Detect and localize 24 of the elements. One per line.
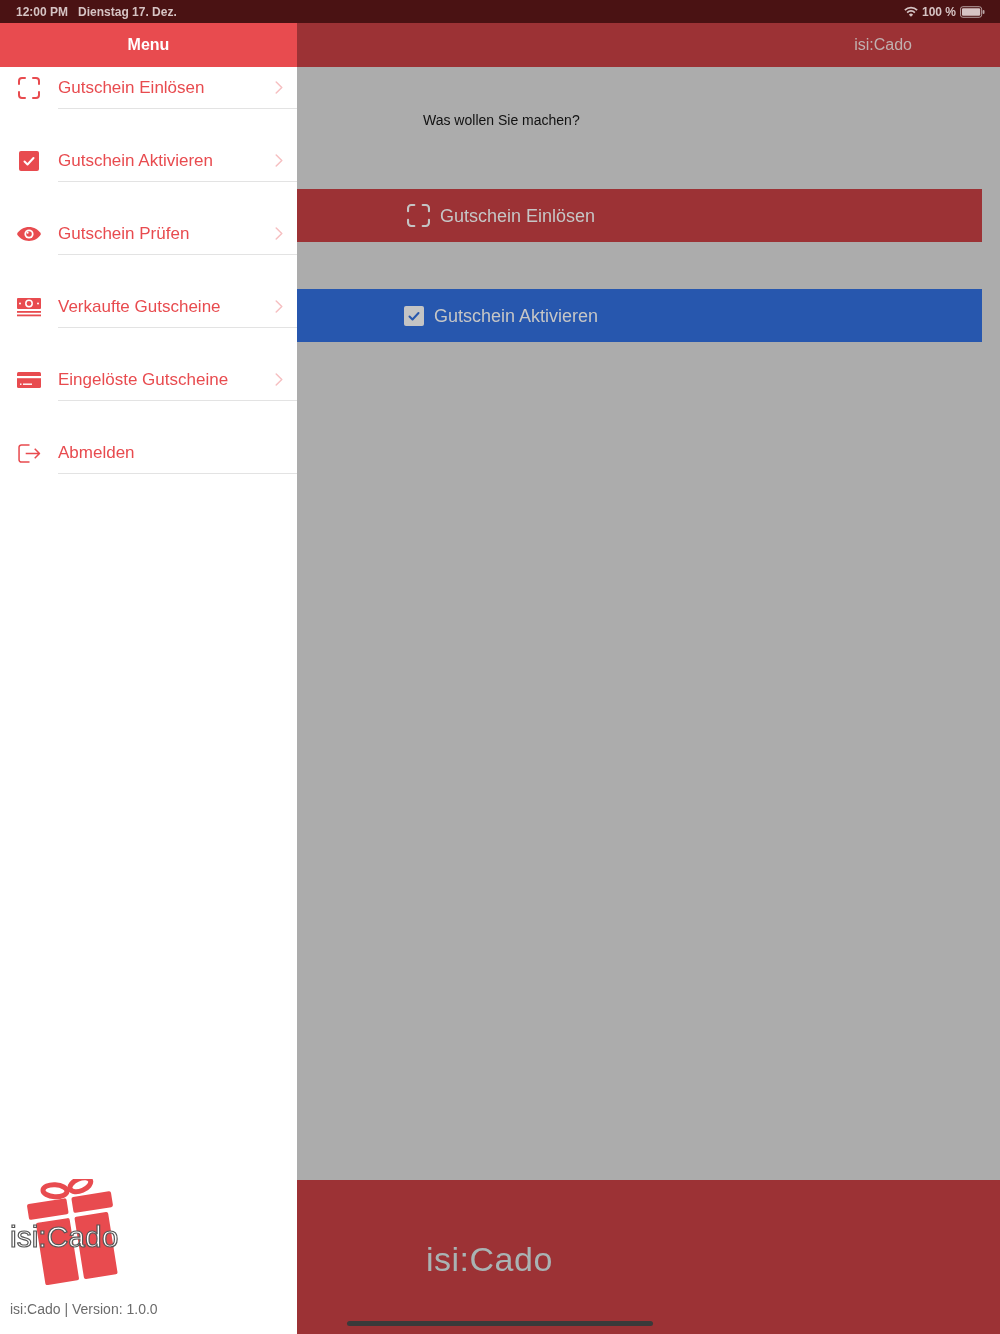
credit-card-icon xyxy=(17,372,41,388)
action-button[interactable]: Gutschein Aktivieren xyxy=(297,289,982,342)
footer-brand: isi:Cado xyxy=(426,1240,553,1278)
menu-title: Menu xyxy=(127,36,170,54)
prompt-text: Was wollen Sie machen? xyxy=(423,111,580,129)
menu-item[interactable]: Verkaufte Gutscheine xyxy=(0,286,297,328)
status-time: 12:00 PM xyxy=(16,4,69,19)
scan-frame-icon xyxy=(18,77,40,99)
menu-item[interactable]: Eingelöste Gutscheine xyxy=(0,359,297,401)
eye-icon xyxy=(17,227,41,241)
menu-item[interactable]: Gutschein Prüfen xyxy=(0,213,297,255)
checkbox-icon xyxy=(403,305,424,326)
battery-percent: 100 % xyxy=(921,4,956,19)
version-text: isi:Cado | Version: 1.0.0 xyxy=(10,1301,158,1318)
status-date: Dienstag 17. Dez. xyxy=(78,4,177,19)
action-button[interactable]: Gutschein Einlösen xyxy=(297,189,982,242)
nav-title: isi:Cado xyxy=(854,36,912,54)
banknote-icon xyxy=(17,297,41,317)
menu-item[interactable]: Gutschein Aktivieren xyxy=(0,140,297,182)
logout-icon xyxy=(17,443,41,463)
wifi-icon xyxy=(903,6,918,17)
battery-icon xyxy=(960,5,985,18)
checkbox-icon xyxy=(19,151,39,171)
scan-frame-icon xyxy=(406,204,430,227)
